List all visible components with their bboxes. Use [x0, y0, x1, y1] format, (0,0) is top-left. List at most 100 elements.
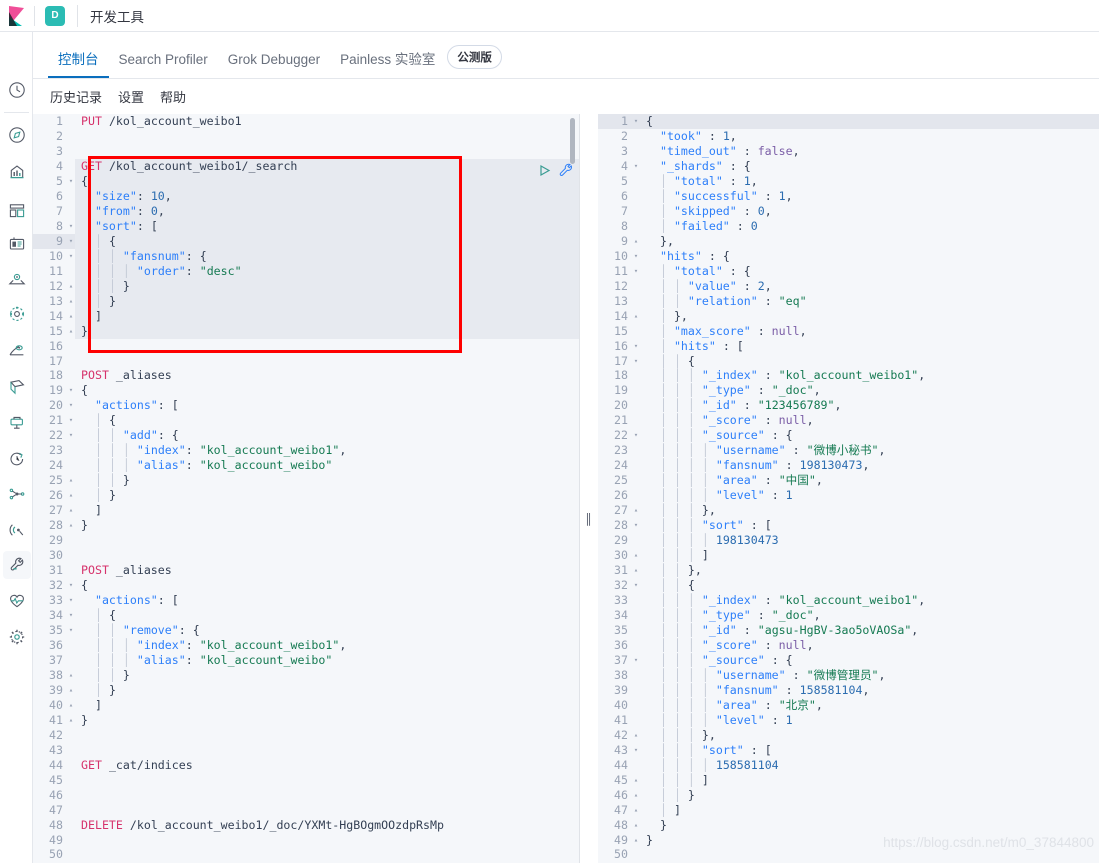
request-editor-scrollbar[interactable] [570, 118, 575, 164]
fold-toggle-icon[interactable] [67, 533, 75, 548]
editor-line[interactable]: 10 ▾ │ │ "fansnum": { [33, 248, 579, 264]
fold-toggle-icon[interactable] [67, 114, 75, 129]
editor-line[interactable]: 44 │ │ │ │ 158581104 [598, 758, 1099, 773]
fold-toggle-icon[interactable]: ▴ [632, 309, 640, 324]
kibana-logo-icon[interactable] [0, 0, 34, 32]
fold-toggle-icon[interactable]: ▾ [632, 159, 640, 174]
editor-line[interactable]: 22 ▾ │ │ │ "_source" : { [598, 428, 1099, 443]
fold-toggle-icon[interactable] [632, 698, 640, 713]
request-editor[interactable]: 1 PUT /kol_account_weibo1 2 3 4 GET /kol_ac… [33, 114, 580, 863]
fold-toggle-icon[interactable] [67, 653, 75, 668]
fold-toggle-icon[interactable]: ▴ [632, 773, 640, 788]
dev-tools-icon[interactable] [3, 551, 31, 579]
editor-line[interactable]: 16 [33, 339, 579, 354]
editor-line[interactable]: 42 [33, 728, 579, 743]
editor-line[interactable]: 36 │ │ │ "index": "kol_account_weibo1", [33, 638, 579, 653]
editor-line[interactable]: 19 ▾ { [33, 383, 579, 398]
fold-toggle-icon[interactable]: ▴ [67, 503, 75, 518]
fold-toggle-icon[interactable] [632, 398, 640, 413]
fold-toggle-icon[interactable] [67, 368, 75, 383]
editor-line[interactable]: 8 ▾ "sort": [ [33, 218, 579, 234]
editor-line[interactable]: 35 ▾ │ │ "remove": { [33, 623, 579, 638]
fold-toggle-icon[interactable] [67, 743, 75, 758]
fold-toggle-icon[interactable] [67, 548, 75, 563]
fold-toggle-icon[interactable] [632, 204, 640, 219]
fold-toggle-icon[interactable]: ▾ [67, 398, 75, 413]
editor-line[interactable]: 12 │ │ "value" : 2, [598, 279, 1099, 294]
infrastructure-icon[interactable] [3, 336, 31, 364]
fold-toggle-icon[interactable]: ▾ [632, 518, 640, 533]
editor-line[interactable]: 1 ▾ { [598, 114, 1099, 129]
editor-line[interactable]: 23 │ │ │ │ "username" : "微博小秘书", [598, 443, 1099, 458]
fold-toggle-icon[interactable]: ▾ [632, 339, 640, 354]
editor-line[interactable]: 27 ▴ ] [33, 503, 579, 518]
subnav-item-0[interactable]: 历史记录 [50, 87, 102, 106]
editor-line[interactable]: 44 GET _cat/indices [33, 758, 579, 773]
editor-line[interactable]: 25 ▴ │ │ } [33, 473, 579, 488]
fold-toggle-icon[interactable]: ▴ [632, 818, 640, 833]
editor-line[interactable]: 41 │ │ │ │ "level" : 1 [598, 713, 1099, 728]
editor-line[interactable]: 7 │ "skipped" : 0, [598, 204, 1099, 219]
editor-line[interactable]: 45 [33, 773, 579, 788]
fold-toggle-icon[interactable]: ▾ [67, 234, 75, 249]
fold-toggle-icon[interactable] [67, 758, 75, 773]
editor-line[interactable]: 9 ▾ │ { [33, 233, 579, 249]
fold-toggle-icon[interactable] [632, 488, 640, 503]
fold-toggle-icon[interactable] [632, 847, 640, 862]
editor-line[interactable]: 41 ▴} [33, 713, 579, 728]
subnav-item-2[interactable]: 帮助 [160, 87, 186, 106]
editor-line[interactable]: 17 [33, 354, 579, 369]
editor-line[interactable]: 39 ▴ │ } [33, 683, 579, 698]
editor-line[interactable]: 33 │ │ │ "_index" : "kol_account_weibo1"… [598, 593, 1099, 608]
recently-viewed-icon[interactable] [3, 76, 31, 104]
fold-toggle-icon[interactable] [632, 383, 640, 398]
fold-toggle-icon[interactable]: ▾ [632, 428, 640, 443]
editor-line[interactable]: 48 ▴ } [598, 818, 1099, 833]
fold-toggle-icon[interactable] [632, 458, 640, 473]
fold-toggle-icon[interactable] [632, 144, 640, 159]
editor-line[interactable]: 3 [33, 144, 579, 159]
fold-toggle-icon[interactable] [632, 368, 640, 383]
fold-toggle-icon[interactable]: ▾ [632, 578, 640, 593]
editor-line[interactable]: 21 │ │ │ "_score" : null, [598, 413, 1099, 428]
editor-line[interactable]: 20 │ │ │ "_id" : "123456789", [598, 398, 1099, 413]
tab-1[interactable]: Search Profiler [109, 52, 218, 79]
editor-line[interactable]: 6 │ "successful" : 1, [598, 189, 1099, 204]
fold-toggle-icon[interactable] [67, 354, 75, 369]
editor-line[interactable]: 47 [33, 803, 579, 818]
fold-toggle-icon[interactable]: ▴ [632, 728, 640, 743]
editor-line[interactable]: 45 ▴ │ │ │ ] [598, 773, 1099, 788]
editor-line[interactable]: 28 ▾ │ │ │ "sort" : [ [598, 518, 1099, 533]
fold-toggle-icon[interactable] [632, 593, 640, 608]
editor-line[interactable]: 26 ▴ │ } [33, 488, 579, 503]
fold-toggle-icon[interactable] [632, 623, 640, 638]
fold-toggle-icon[interactable]: ▴ [632, 234, 640, 249]
fold-toggle-icon[interactable] [67, 129, 75, 144]
fold-toggle-icon[interactable] [632, 443, 640, 458]
editor-line[interactable]: 38 ▴ │ │ } [33, 668, 579, 683]
editor-line[interactable]: 28 ▴} [33, 518, 579, 533]
editor-line[interactable]: 6 "size": 10, [33, 188, 579, 204]
editor-line[interactable]: 9 ▴ }, [598, 234, 1099, 249]
fold-toggle-icon[interactable] [67, 159, 75, 174]
editor-line[interactable]: 43 [33, 743, 579, 758]
pane-resize-handle[interactable]: ∥ [583, 511, 595, 527]
editor-line[interactable]: 16 ▾ │ "hits" : [ [598, 339, 1099, 354]
siem-icon[interactable] [3, 480, 31, 508]
editor-line[interactable]: 21 ▾ │ { [33, 413, 579, 428]
tab-3[interactable]: Painless 实验室 [330, 52, 445, 79]
editor-line[interactable]: 12 ▴ │ │ } [33, 278, 579, 294]
editor-line[interactable]: 48 DELETE /kol_account_weibo1/_doc/YXMt-H… [33, 818, 579, 833]
fold-toggle-icon[interactable]: ▴ [632, 548, 640, 563]
fold-toggle-icon[interactable]: ▴ [67, 488, 75, 503]
editor-line[interactable]: 19 │ │ │ "_type" : "_doc", [598, 383, 1099, 398]
fold-toggle-icon[interactable] [67, 144, 75, 159]
editor-line[interactable]: 4 ▾ "_shards" : { [598, 159, 1099, 174]
editor-line[interactable]: 11 │ │ │ "order": "desc" [33, 263, 579, 279]
editor-line[interactable]: 24 │ │ │ "alias": "kol_account_weibo" [33, 458, 579, 473]
fold-toggle-icon[interactable]: ▴ [67, 324, 75, 339]
management-icon[interactable] [3, 623, 31, 651]
editor-line[interactable]: 13 │ │ "relation" : "eq" [598, 294, 1099, 309]
dashboard-icon[interactable] [3, 197, 31, 225]
fold-toggle-icon[interactable] [67, 458, 75, 473]
